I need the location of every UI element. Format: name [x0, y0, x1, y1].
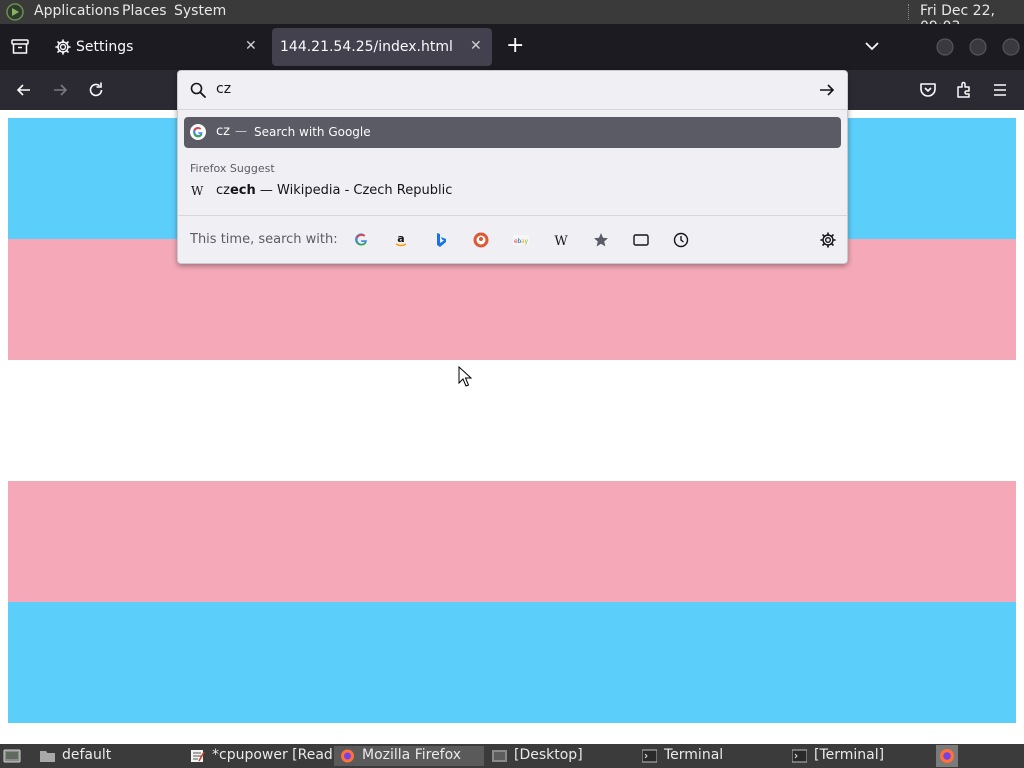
- applications-menu[interactable]: Applications: [34, 3, 120, 19]
- text-editor-icon: [191, 750, 205, 762]
- window-controls: [936, 38, 1020, 56]
- svg-text:y: y: [525, 238, 529, 245]
- url-input[interactable]: cz: [216, 81, 231, 97]
- google-engine-icon[interactable]: [353, 232, 369, 248]
- tab-strip: Settings ✕ 144.21.54.25/index.html ✕ +: [0, 24, 1024, 70]
- task-terminal[interactable]: Terminal: [636, 746, 784, 766]
- task-label: *cpupower [Read...: [212, 747, 347, 763]
- tabs-icon[interactable]: [633, 232, 649, 248]
- mouse-cursor-icon: [458, 366, 472, 387]
- svg-text:a: a: [397, 232, 404, 245]
- suggestion-text: czech — Wikipedia - Czech Republic: [216, 183, 452, 198]
- bing-engine-icon[interactable]: [433, 232, 449, 248]
- workspace-switcher[interactable]: [936, 745, 958, 767]
- urlbar-dropdown: cz cz — Search with Google Firefox Sugge…: [177, 70, 848, 264]
- gnome-logo-icon[interactable]: [6, 3, 24, 21]
- suggestion-bold: ech: [229, 183, 256, 198]
- top-panel: Applications Places System Fri Dec 22, 0…: [0, 0, 1024, 35]
- stripe-blue-bottom: [8, 602, 1016, 723]
- task-label: [Terminal]: [814, 747, 885, 763]
- task-label: Mozilla Firefox: [362, 747, 462, 763]
- panel-separator: [908, 4, 911, 20]
- task-desktop[interactable]: [Desktop]: [486, 746, 634, 766]
- tab-title: 144.21.54.25/index.html: [280, 39, 453, 55]
- back-icon[interactable]: [14, 80, 34, 100]
- suggestion-query: cz: [216, 124, 230, 139]
- show-desktop-icon[interactable]: [3, 748, 21, 764]
- desktop-icon: [492, 750, 507, 762]
- suggestion-rest: — Wikipedia - Czech Republic: [255, 183, 453, 198]
- task-firefox[interactable]: Mozilla Firefox: [334, 746, 484, 766]
- divider: [178, 109, 847, 110]
- suggestion-action: Search with Google: [254, 125, 371, 139]
- task-cpupower[interactable]: *cpupower [Read...: [184, 746, 346, 766]
- firefox-suggest-heading: Firefox Suggest: [190, 162, 275, 175]
- tab-title: Settings: [76, 39, 134, 55]
- search-settings-gear-icon[interactable]: [820, 232, 836, 248]
- tab-active[interactable]: 144.21.54.25/index.html ✕: [272, 28, 492, 66]
- firefox-view-icon[interactable]: [11, 39, 29, 55]
- forward-icon[interactable]: [50, 80, 70, 100]
- close-tab-icon[interactable]: ✕: [470, 38, 482, 54]
- stripe-pink-bottom: [8, 481, 1016, 602]
- menu-icon[interactable]: [990, 80, 1010, 100]
- wikipedia-engine-icon[interactable]: W: [553, 232, 569, 248]
- ebay-engine-icon[interactable]: e b a y: [513, 232, 529, 248]
- bookmarks-star-icon[interactable]: [593, 232, 609, 248]
- places-menu[interactable]: Places: [122, 3, 167, 19]
- pocket-icon[interactable]: [918, 80, 938, 100]
- tab-settings[interactable]: Settings ✕: [46, 28, 266, 66]
- reload-icon[interactable]: [86, 80, 106, 100]
- google-icon: [190, 124, 206, 140]
- firefox-icon: [341, 749, 354, 763]
- task-default[interactable]: default: [34, 746, 180, 766]
- terminal-icon: [642, 749, 657, 763]
- suggestion-prefix: cz: [216, 183, 230, 198]
- svg-text:W: W: [554, 234, 568, 248]
- duckduckgo-engine-icon[interactable]: [473, 232, 489, 248]
- close-tab-icon[interactable]: ✕: [245, 38, 257, 54]
- folder-icon: [40, 751, 55, 762]
- new-tab-icon[interactable]: +: [506, 34, 524, 58]
- gear-icon: [55, 39, 71, 55]
- extensions-icon[interactable]: [954, 80, 974, 100]
- system-menu[interactable]: System: [174, 3, 226, 19]
- suggestion-separator: —: [235, 124, 247, 138]
- suggestion-wikipedia[interactable]: W czech — Wikipedia - Czech Republic: [184, 181, 841, 205]
- go-arrow-icon[interactable]: [819, 82, 835, 98]
- history-clock-icon[interactable]: [673, 232, 689, 248]
- search-icon: [190, 82, 206, 98]
- task-label: [Desktop]: [514, 747, 583, 763]
- firefox-icon: [940, 749, 954, 763]
- task-terminal-2[interactable]: [Terminal]: [786, 746, 932, 766]
- taskbar: default *cpupower [Read... Mozilla Firef…: [0, 744, 1024, 768]
- one-off-search-bar: This time, search with: a e b a y W: [178, 215, 847, 264]
- suggestion-google[interactable]: cz — Search with Google: [184, 117, 841, 148]
- task-label: default: [62, 747, 112, 763]
- stripe-white: [8, 360, 1016, 481]
- wikipedia-icon: W: [191, 184, 204, 198]
- amazon-engine-icon[interactable]: a: [393, 232, 409, 248]
- one-off-label: This time, search with:: [190, 232, 338, 247]
- terminal-icon: [792, 749, 807, 763]
- list-all-tabs-icon[interactable]: [864, 40, 880, 52]
- task-label: Terminal: [664, 747, 724, 763]
